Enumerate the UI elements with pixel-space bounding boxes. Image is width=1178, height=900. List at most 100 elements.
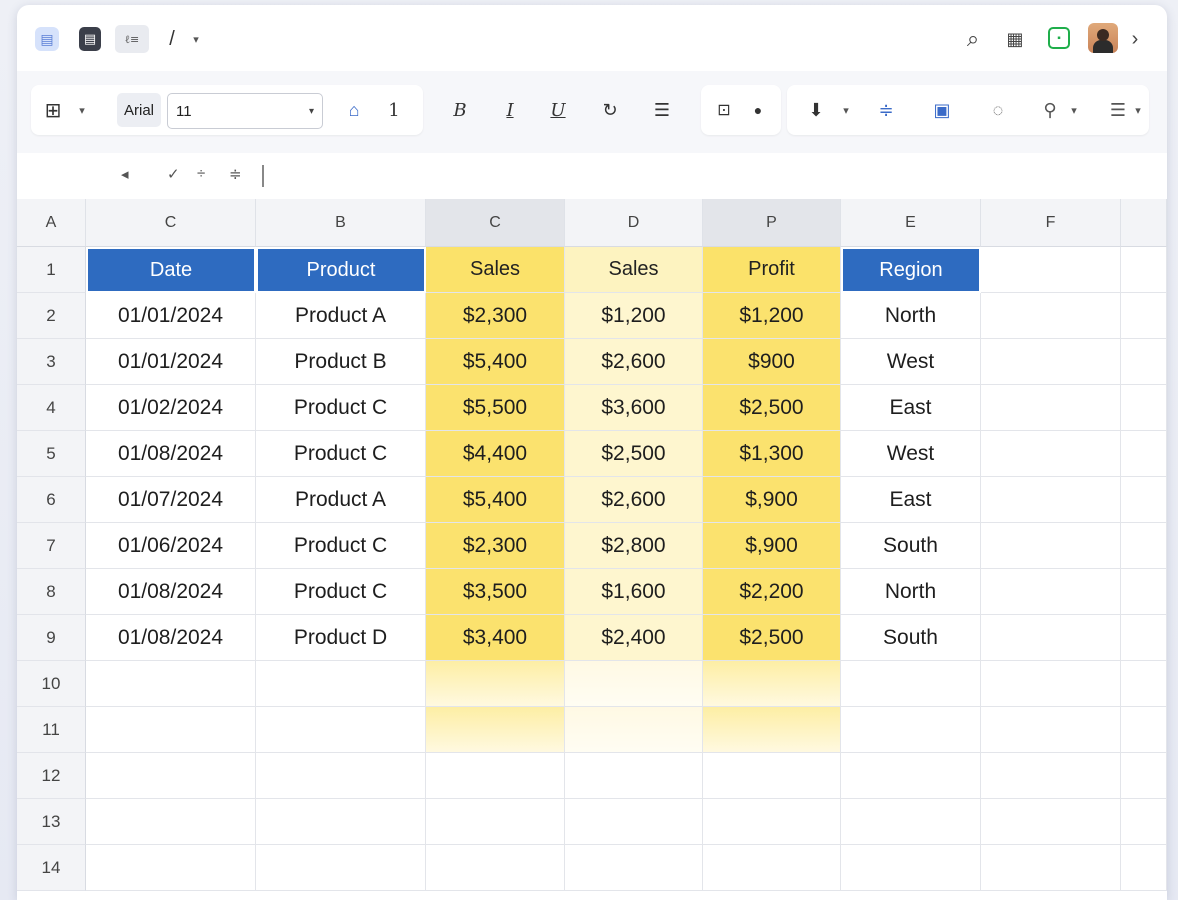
- row-header[interactable]: 4: [17, 385, 86, 431]
- cell[interactable]: [426, 707, 565, 753]
- data-cell[interactable]: $2,200: [703, 569, 841, 615]
- cell[interactable]: [565, 799, 703, 845]
- cell[interactable]: [256, 799, 426, 845]
- doc-dark-icon[interactable]: ▤: [79, 27, 101, 51]
- header-cell[interactable]: Date: [86, 247, 256, 293]
- cell[interactable]: [1121, 431, 1167, 477]
- cell[interactable]: [1121, 293, 1167, 339]
- cell[interactable]: [981, 615, 1121, 661]
- font-size-select[interactable]: 11 ▾: [167, 93, 323, 129]
- row-header[interactable]: 8: [17, 569, 86, 615]
- cell[interactable]: [1121, 707, 1167, 753]
- cell[interactable]: [981, 707, 1121, 753]
- download-icon[interactable]: ⬇: [801, 85, 831, 135]
- fill-icon[interactable]: ●: [743, 85, 773, 135]
- search-icon[interactable]: ⌕: [959, 25, 987, 53]
- data-cell[interactable]: 01/06/2024: [86, 523, 256, 569]
- image-icon[interactable]: ▣: [927, 85, 957, 135]
- cell[interactable]: [565, 707, 703, 753]
- cell[interactable]: [1121, 753, 1167, 799]
- cell[interactable]: [981, 753, 1121, 799]
- data-cell[interactable]: East: [841, 385, 981, 431]
- cell[interactable]: [1121, 385, 1167, 431]
- doc-blue-icon[interactable]: ▤: [35, 27, 59, 51]
- cell[interactable]: [1121, 799, 1167, 845]
- filter-icon[interactable]: ☰: [1103, 85, 1133, 135]
- green-doc-icon[interactable]: ▪: [1048, 27, 1070, 49]
- data-cell[interactable]: 01/07/2024: [86, 477, 256, 523]
- cell[interactable]: [256, 753, 426, 799]
- count-icon[interactable]: 1: [379, 85, 409, 135]
- align-center-icon[interactable]: ≑: [871, 85, 901, 135]
- data-cell[interactable]: $1,300: [703, 431, 841, 477]
- cell[interactable]: [426, 845, 565, 891]
- border-icon[interactable]: ⊡: [709, 85, 739, 135]
- row-header[interactable]: 6: [17, 477, 86, 523]
- data-cell[interactable]: $900: [703, 339, 841, 385]
- cell[interactable]: [981, 477, 1121, 523]
- bold-icon[interactable]: B: [445, 85, 475, 135]
- row-header[interactable]: 11: [17, 707, 86, 753]
- data-cell[interactable]: $2,800: [565, 523, 703, 569]
- data-cell[interactable]: Product C: [256, 385, 426, 431]
- cell[interactable]: [981, 339, 1121, 385]
- row-header[interactable]: 9: [17, 615, 86, 661]
- data-cell[interactable]: $5,500: [426, 385, 565, 431]
- header-cell[interactable]: Product: [256, 247, 426, 293]
- cell[interactable]: [86, 845, 256, 891]
- shape-icon[interactable]: ◌: [983, 85, 1013, 135]
- data-cell[interactable]: South: [841, 523, 981, 569]
- data-cell[interactable]: 01/02/2024: [86, 385, 256, 431]
- header-cell[interactable]: Sales: [426, 247, 565, 293]
- data-cell[interactable]: East: [841, 477, 981, 523]
- data-cell[interactable]: Product D: [256, 615, 426, 661]
- data-cell[interactable]: West: [841, 431, 981, 477]
- data-cell[interactable]: $5,400: [426, 339, 565, 385]
- rotate-icon[interactable]: ↻: [595, 85, 625, 135]
- data-cell[interactable]: $1,200: [565, 293, 703, 339]
- pen-icon[interactable]: /: [161, 25, 183, 53]
- chevron-down-icon[interactable]: ▾: [1131, 85, 1145, 135]
- cell[interactable]: [1121, 477, 1167, 523]
- cell[interactable]: [981, 845, 1121, 891]
- cell[interactable]: [1121, 247, 1167, 293]
- cell[interactable]: [1121, 569, 1167, 615]
- column-header[interactable]: E: [841, 199, 981, 247]
- cell[interactable]: [841, 707, 981, 753]
- cell[interactable]: [981, 799, 1121, 845]
- data-cell[interactable]: 01/08/2024: [86, 431, 256, 477]
- cell[interactable]: [703, 845, 841, 891]
- row-header[interactable]: 1: [17, 247, 86, 293]
- column-header[interactable]: C: [86, 199, 256, 247]
- data-cell[interactable]: $3,400: [426, 615, 565, 661]
- column-header[interactable]: B: [256, 199, 426, 247]
- cell[interactable]: [981, 569, 1121, 615]
- row-header[interactable]: 13: [17, 799, 86, 845]
- row-header[interactable]: 14: [17, 845, 86, 891]
- cell[interactable]: [86, 799, 256, 845]
- cell[interactable]: [426, 661, 565, 707]
- cell[interactable]: [565, 753, 703, 799]
- cell[interactable]: [841, 661, 981, 707]
- column-header[interactable]: D: [565, 199, 703, 247]
- cell[interactable]: [1121, 845, 1167, 891]
- data-cell[interactable]: $4,400: [426, 431, 565, 477]
- data-cell[interactable]: $2,500: [703, 615, 841, 661]
- column-header[interactable]: P: [703, 199, 841, 247]
- function-icon[interactable]: ≑: [229, 165, 242, 183]
- underline-icon[interactable]: U: [543, 85, 573, 135]
- italic-icon[interactable]: I: [495, 85, 525, 135]
- column-header[interactable]: F: [981, 199, 1121, 247]
- data-cell[interactable]: $2,500: [703, 385, 841, 431]
- user-avatar-icon[interactable]: [1088, 23, 1118, 53]
- data-cell[interactable]: $1,200: [703, 293, 841, 339]
- row-header[interactable]: 5: [17, 431, 86, 477]
- list-icon[interactable]: ☰: [647, 85, 677, 135]
- data-cell[interactable]: North: [841, 569, 981, 615]
- cell[interactable]: [841, 753, 981, 799]
- header-cell[interactable]: Profit: [703, 247, 841, 293]
- confirm-icon[interactable]: ✓: [167, 165, 180, 183]
- cell[interactable]: [86, 753, 256, 799]
- row-header[interactable]: 2: [17, 293, 86, 339]
- cell[interactable]: [1121, 661, 1167, 707]
